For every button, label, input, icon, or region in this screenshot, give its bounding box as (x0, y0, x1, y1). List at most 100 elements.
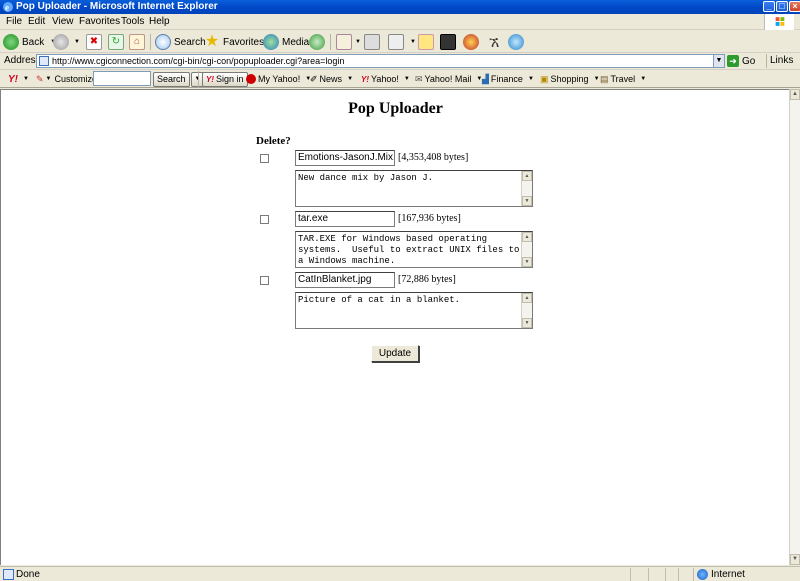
connect-button[interactable] (508, 33, 527, 51)
research-button[interactable] (463, 33, 482, 51)
file-size: [4,353,408 bytes] (398, 152, 469, 163)
yahoo-button[interactable]: Y! Yahoo! ▼ (361, 72, 410, 86)
scroll-up-icon[interactable]: ▲ (522, 293, 532, 303)
description-textarea[interactable]: TAR.EXE for Windows based operating syst… (295, 231, 533, 268)
menu-edit[interactable]: Edit (28, 15, 45, 29)
my-yahoo-button[interactable]: My Yahoo! ▼ (246, 72, 311, 86)
yahoo-search-input[interactable] (93, 71, 151, 86)
delete-checkbox[interactable] (260, 276, 269, 285)
description-textarea[interactable]: New dance mix by Jason J. ▲ ▼ (295, 170, 533, 207)
menu-file[interactable]: File (6, 15, 22, 29)
menu-tools[interactable]: Tools (121, 15, 144, 29)
star-icon: ★ (204, 33, 220, 50)
back-label: Back (22, 36, 45, 48)
my-yahoo-icon (246, 74, 256, 84)
scroll-down-icon[interactable]: ▼ (522, 257, 532, 267)
description-text[interactable]: Picture of a cat in a blanket. (298, 295, 520, 328)
back-arrow-icon (3, 34, 19, 50)
print-button[interactable] (364, 33, 383, 51)
scroll-up-icon[interactable]: ▲ (522, 171, 532, 181)
menu-bar: File Edit View Favorites Tools Help (0, 14, 800, 30)
update-button[interactable]: Update (371, 345, 419, 362)
chevron-down-icon: ▼ (45, 76, 52, 82)
yahoo-search-button[interactable]: Search ▼ (153, 71, 205, 87)
chevron-down-icon[interactable]: ▼ (713, 55, 724, 67)
customize-button[interactable]: ✎ ▼ Customize (36, 72, 97, 86)
refresh-button[interactable]: ↻ (108, 33, 127, 51)
yahoo-toolbar: Y! ▼ ✎ ▼ Customize Search ▼ Y! Sign in M… (0, 70, 800, 88)
delete-checkbox[interactable] (260, 215, 269, 224)
minimize-button[interactable]: _ (763, 1, 775, 12)
scroll-down-icon[interactable]: ▼ (522, 318, 532, 328)
go-button[interactable]: ➜ Go (727, 54, 755, 68)
chevron-down-icon: ▼ (347, 76, 354, 82)
scroll-up-icon[interactable]: ▲ (790, 89, 800, 100)
yahoo-logo-button[interactable]: Y! ▼ (8, 72, 29, 86)
home-button[interactable]: ⌂ (129, 33, 148, 51)
sign-in-pill: Y! Sign in (202, 71, 248, 87)
toolbar-divider (198, 71, 199, 87)
menu-favorites[interactable]: Favorites (79, 15, 120, 29)
menu-help[interactable]: Help (149, 15, 170, 29)
links-button[interactable]: Links (766, 54, 793, 68)
title-bar: e Pop Uploader - Microsoft Internet Expl… (0, 0, 800, 14)
my-yahoo-label: My Yahoo! (258, 74, 301, 84)
history-button[interactable] (309, 33, 328, 51)
suitcase-icon: ▤ (600, 73, 609, 84)
news-button[interactable]: ✐ News ▼ (310, 72, 353, 86)
scroll-up-icon[interactable]: ▲ (522, 232, 532, 242)
shopping-button[interactable]: ▣ Shopping ▼ (540, 72, 600, 86)
mail-button[interactable]: ▼ (336, 33, 361, 51)
chevron-down-icon: ▼ (410, 39, 416, 45)
travel-label: Travel (610, 74, 636, 84)
home-icon: ⌂ (129, 34, 145, 50)
finance-button[interactable]: ▟ Finance ▼ (482, 72, 534, 86)
description-text[interactable]: TAR.EXE for Windows based operating syst… (298, 234, 520, 267)
discuss-button[interactable] (418, 33, 437, 51)
chevron-down-icon: ▼ (23, 76, 29, 82)
printer-icon (364, 34, 380, 50)
forward-button[interactable]: ▼ (53, 33, 80, 51)
maximize-button[interactable]: □ (776, 1, 788, 12)
page-title: Pop Uploader (348, 100, 443, 117)
description-textarea[interactable]: Picture of a cat in a blanket. ▲ ▼ (295, 292, 533, 329)
file-size: [72,886 bytes] (398, 274, 456, 285)
textarea-scrollbar[interactable]: ▲ ▼ (521, 232, 532, 267)
page-icon (39, 56, 49, 66)
scroll-down-icon[interactable]: ▼ (522, 196, 532, 206)
address-input[interactable]: http://www.cgiconnection.com/cgi-bin/cgi… (36, 54, 725, 68)
address-url[interactable]: http://www.cgiconnection.com/cgi-bin/cgi… (52, 55, 344, 67)
filename-input[interactable]: tar.exe (295, 211, 395, 227)
scroll-down-icon[interactable]: ▼ (790, 554, 800, 565)
page-scrollbar[interactable]: ▲ ▼ (789, 89, 800, 565)
sign-in-button[interactable]: Y! Sign in (202, 71, 248, 87)
chevron-down-icon: ▼ (403, 76, 410, 82)
chevron-down-icon: ▼ (640, 76, 647, 82)
edit-button[interactable]: ▼ (388, 33, 416, 51)
filename-input[interactable]: CatInBlanket.jpg (295, 272, 395, 288)
aim-button[interactable]: ኧ (486, 33, 505, 51)
favorites-button[interactable]: ★ Favorites (204, 33, 264, 51)
finance-label: Finance (490, 74, 523, 84)
stop-button[interactable]: ✖ (86, 33, 105, 51)
media-label: Media (282, 36, 310, 48)
travel-button[interactable]: ▤ Travel ▼ (600, 72, 646, 86)
delete-column-header: Delete? (256, 135, 291, 147)
back-button[interactable]: Back ▼ (3, 33, 56, 51)
menu-view[interactable]: View (52, 15, 74, 29)
close-button[interactable]: × (789, 1, 800, 12)
delete-checkbox[interactable] (260, 154, 269, 163)
search-button[interactable]: Search (155, 33, 206, 51)
textarea-scrollbar[interactable]: ▲ ▼ (521, 171, 532, 206)
chevron-down-icon: ▼ (355, 39, 361, 45)
media-button[interactable]: Media (263, 33, 309, 51)
filename-input[interactable]: Emotions-JasonJ.Mix.mp3 (295, 150, 395, 166)
status-panel (678, 568, 679, 581)
status-text: Done (16, 569, 40, 580)
messenger-button[interactable] (440, 33, 459, 51)
yahoo-mail-button[interactable]: ✉ Yahoo! Mail ▼ (415, 72, 482, 86)
chevron-down-icon: ▼ (74, 39, 80, 45)
envelope-icon: ✉ (415, 73, 423, 84)
textarea-scrollbar[interactable]: ▲ ▼ (521, 293, 532, 328)
description-text[interactable]: New dance mix by Jason J. (298, 173, 520, 206)
